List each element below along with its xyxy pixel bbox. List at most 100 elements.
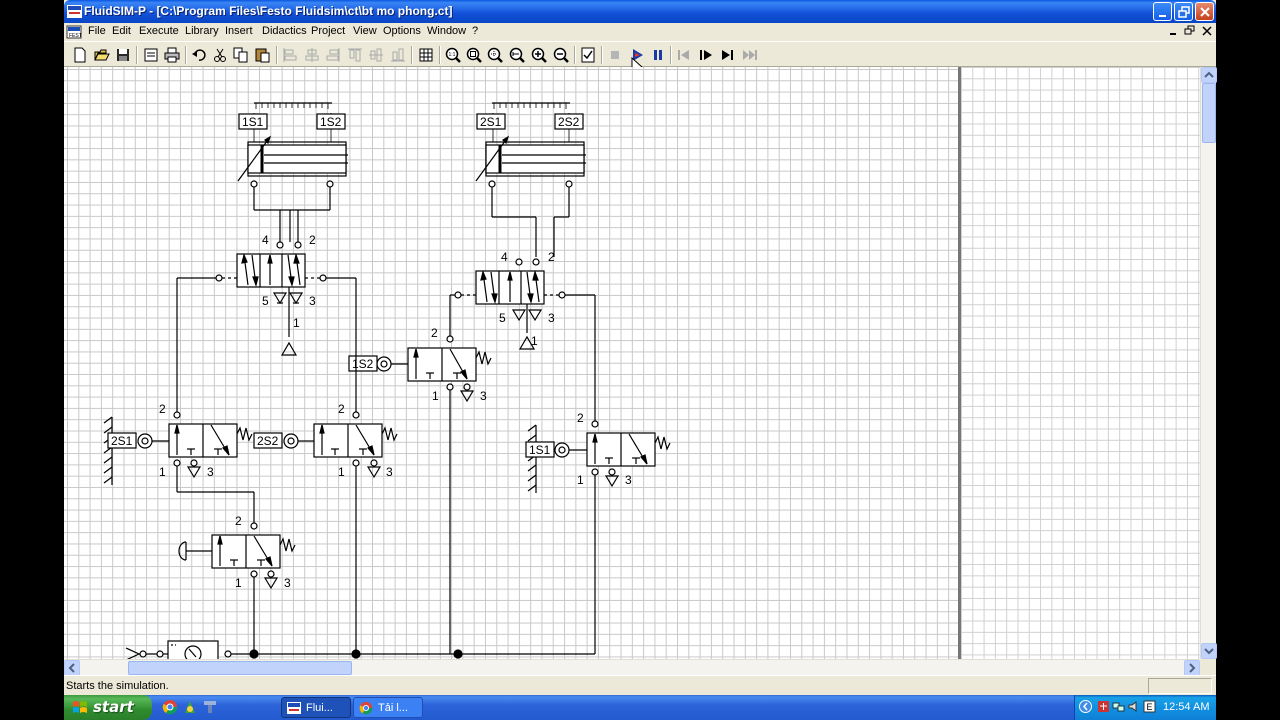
push-port2-label: 2 — [235, 514, 242, 528]
quicklaunch-app-icon[interactable] — [182, 699, 198, 715]
align-center-icon[interactable] — [302, 45, 322, 65]
start-label: start — [93, 698, 134, 716]
align-bottom-icon[interactable] — [388, 45, 408, 65]
close-button[interactable] — [1195, 2, 1214, 21]
scroll-up-icon[interactable] — [1201, 67, 1217, 83]
step-forward-icon[interactable] — [718, 45, 738, 65]
zoom-1to1-icon[interactable]: 1:1 — [443, 45, 463, 65]
browser-task-icon — [359, 701, 373, 715]
svg-text:FESTO: FESTO — [69, 33, 82, 39]
zoom-out-icon[interactable] — [551, 45, 571, 65]
check-circuit-icon[interactable] — [578, 45, 598, 65]
v2-port4-label: 4 — [501, 250, 508, 264]
scroll-down-icon[interactable] — [1201, 643, 1217, 659]
fluidsim-task-icon — [287, 702, 301, 714]
quicklaunch-tool-icon[interactable] — [202, 699, 218, 715]
menu-window[interactable]: Window — [427, 25, 466, 37]
lim-1S1-port3-label: 3 — [625, 473, 632, 487]
app-window: FluidSIM-P - [C:\Program Files\Festo Flu… — [64, 0, 1217, 720]
new-icon[interactable] — [70, 45, 90, 65]
print-preview-icon[interactable] — [141, 45, 161, 65]
circuit-document: 1S1 1S2 2S1 2S2 4 2 5 3 1 4 2 5 3 1 1S2 … — [64, 67, 1200, 659]
paste-icon[interactable] — [253, 45, 273, 65]
menu-file[interactable]: File — [88, 25, 106, 37]
directional-valve-1[interactable] — [215, 210, 327, 356]
svg-text:E: E — [1147, 702, 1153, 712]
label-2S2: 2S2 — [558, 115, 580, 129]
tray-security-icon[interactable] — [1097, 700, 1110, 713]
tray-language-icon[interactable]: E — [1143, 700, 1156, 713]
lim-1S2-port2-label: 2 — [431, 326, 438, 340]
simulate-to-state-change-icon[interactable] — [740, 45, 760, 65]
title-bar[interactable]: FluidSIM-P - [C:\Program Files\Festo Flu… — [64, 0, 1216, 23]
zoom-window-icon[interactable] — [485, 45, 505, 65]
menu-project[interactable]: Project — [311, 25, 345, 37]
stop-icon[interactable] — [605, 45, 625, 65]
menu-insert[interactable]: Insert — [225, 25, 253, 37]
menu-library[interactable]: Library — [185, 25, 219, 37]
print-icon[interactable] — [162, 45, 182, 65]
tray-network-icon[interactable] — [1112, 700, 1125, 713]
label-1S2: 1S2 — [320, 115, 342, 129]
chrome-icon[interactable] — [162, 699, 178, 715]
push-port1-label: 1 — [235, 576, 242, 590]
reset-icon[interactable] — [674, 45, 694, 65]
cut-icon[interactable] — [210, 45, 230, 65]
label-2S2-valve: 2S2 — [257, 434, 279, 448]
document-system-icon[interactable]: FESTO — [66, 24, 82, 40]
task-fluidsim[interactable]: Flui... — [281, 697, 351, 718]
v1-port4-label: 4 — [262, 233, 269, 247]
menu-options[interactable]: Options — [383, 25, 421, 37]
mdi-minimize-icon[interactable] — [1168, 25, 1180, 37]
tray-volume-icon[interactable] — [1127, 700, 1140, 713]
zoom-in-icon[interactable] — [529, 45, 549, 65]
menu-edit[interactable]: Edit — [112, 25, 131, 37]
label-1S1-valve: 1S1 — [529, 443, 551, 457]
horizontal-scroll-thumb[interactable] — [128, 661, 352, 675]
lim-1S1-port1-label: 1 — [577, 473, 584, 487]
lim-1S2-port1-label: 1 — [432, 389, 439, 403]
menu-execute[interactable]: Execute — [139, 25, 179, 37]
step-icon[interactable] — [696, 45, 716, 65]
zoom-circuit-icon[interactable] — [464, 45, 484, 65]
air-service-unit[interactable] — [125, 640, 232, 659]
align-middle-icon[interactable] — [366, 45, 386, 65]
lim-2S2-port1-label: 1 — [338, 465, 345, 479]
start-button[interactable]: start — [64, 695, 152, 720]
toolbar: 1:1 — [64, 41, 1216, 126]
pause-icon[interactable] — [648, 45, 668, 65]
menu-help[interactable]: ? — [472, 25, 478, 37]
windows-flag-icon — [73, 701, 87, 713]
lim-2S2-port3-label: 3 — [386, 465, 393, 479]
open-icon[interactable] — [92, 45, 112, 65]
tray-expand-icon[interactable] — [1079, 700, 1092, 713]
copy-icon[interactable] — [231, 45, 251, 65]
v1-port2-label: 2 — [309, 233, 316, 247]
label-2S1-valve: 2S1 — [111, 434, 133, 448]
undo-icon[interactable] — [189, 45, 209, 65]
minimize-button[interactable] — [1153, 2, 1172, 21]
vertical-scrollbar[interactable] — [1200, 67, 1217, 659]
align-left-icon[interactable] — [280, 45, 300, 65]
mdi-restore-icon[interactable] — [1184, 25, 1196, 37]
menu-didactics[interactable]: Didactics — [262, 25, 307, 37]
task-browser[interactable]: Tải l... — [353, 697, 423, 718]
save-icon[interactable] — [113, 45, 133, 65]
zoom-previous-icon[interactable] — [507, 45, 527, 65]
label-1S2-valve: 1S2 — [352, 357, 374, 371]
push-port3-label: 3 — [284, 576, 291, 590]
menu-view[interactable]: View — [353, 25, 377, 37]
vertical-scroll-thumb[interactable] — [1202, 83, 1216, 143]
align-right-icon[interactable] — [323, 45, 343, 65]
mdi-close-icon[interactable] — [1201, 25, 1213, 37]
restore-button[interactable] — [1174, 2, 1193, 21]
directional-valve-2[interactable] — [454, 258, 566, 350]
task-fluidsim-label: Flui... — [306, 702, 333, 714]
align-top-icon[interactable] — [345, 45, 365, 65]
scroll-left-icon[interactable] — [64, 660, 80, 676]
scroll-right-icon[interactable] — [1184, 660, 1200, 676]
horizontal-scrollbar[interactable] — [64, 659, 1200, 676]
outside-page-area — [961, 67, 1200, 659]
grid-icon[interactable] — [416, 45, 436, 65]
lim-1S2-port3-label: 3 — [480, 389, 487, 403]
